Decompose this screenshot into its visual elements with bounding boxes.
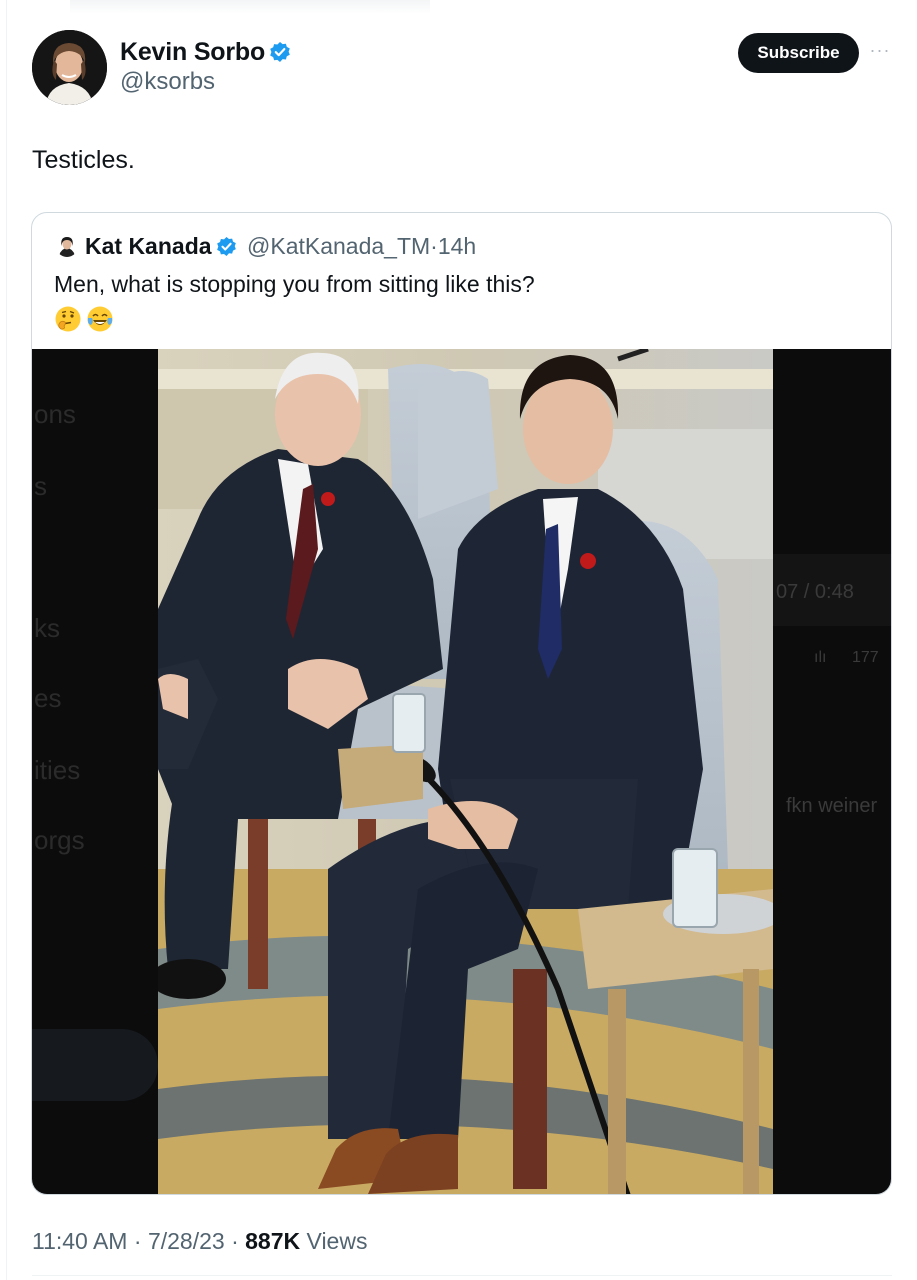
background-fragment: ks (34, 613, 60, 643)
quoted-author-name[interactable]: Kat Kanada (85, 233, 237, 260)
background-fragment: orgs (34, 825, 85, 855)
footer-divider (32, 1275, 892, 1276)
quoted-meta: @KatKanada_TM·14h (247, 233, 476, 260)
author-name-text[interactable]: Kevin Sorbo (120, 38, 265, 66)
background-fragment: s (34, 471, 47, 501)
quoted-tweet-card[interactable]: Kat Kanada @KatKanada_TM·14h Men, what i… (31, 212, 892, 1195)
background-text: fkn weiner (786, 795, 878, 817)
background-fragment: es (34, 683, 62, 713)
background-fragment: ons (34, 399, 76, 429)
bar-chart-icon: ılı (814, 649, 827, 666)
background-fragment: ities (34, 755, 81, 785)
previous-post-fade (70, 0, 430, 14)
more-options-icon[interactable]: ··· (868, 40, 892, 64)
quoted-media[interactable]: ons s ks es ities orgs 07 / 0:48 ılı 177… (32, 349, 891, 1194)
background-video-time: 07 / 0:48 (776, 581, 854, 603)
photo-two-men-seated (158, 349, 773, 1194)
views-count: 887K (245, 1228, 301, 1254)
background-button-shape (32, 1029, 158, 1101)
quoted-emoji-row (54, 305, 114, 333)
meta-separator: · (430, 233, 438, 259)
post-time[interactable]: 11:40 AM (32, 1228, 127, 1254)
author-name[interactable]: Kevin Sorbo (120, 38, 291, 67)
thinking-face-icon (54, 305, 82, 333)
author-avatar[interactable] (32, 30, 107, 105)
quoted-author-name-text[interactable]: Kat Kanada (85, 233, 212, 259)
views-label: Views (306, 1228, 368, 1254)
verified-badge-icon (270, 42, 290, 62)
tweet-footer: 11:40 AM · 7/28/23 · 887K Views (32, 1228, 367, 1255)
footer-separator: · (231, 1228, 239, 1254)
subscribe-button[interactable]: Subscribe (738, 33, 859, 73)
author-handle[interactable]: @ksorbs (120, 68, 215, 96)
column-border (6, 0, 7, 1280)
quoted-author-handle[interactable]: @KatKanada_TM (247, 233, 430, 259)
background-views: 177 (852, 649, 879, 666)
tears-of-joy-icon (86, 305, 114, 333)
footer-separator: · (133, 1228, 142, 1254)
tweet-text: Testicles. (32, 146, 135, 174)
quoted-tweet-text: Men, what is stopping you from sitting l… (54, 271, 535, 297)
verified-badge-icon (216, 236, 236, 257)
quoted-author-avatar[interactable] (56, 235, 78, 257)
quoted-time[interactable]: 14h (438, 233, 476, 259)
post-date[interactable]: 7/28/23 (148, 1228, 225, 1254)
